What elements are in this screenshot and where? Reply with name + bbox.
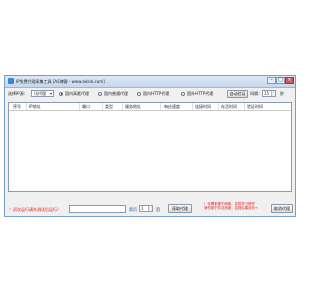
disclaimer-line-2: 请勿用于非法用途，否则后果自负→ [204, 206, 258, 211]
auto-validate-button[interactable]: 自动验证 [227, 90, 248, 98]
col-alive-time[interactable]: 存活时间 [221, 104, 237, 109]
column-divider[interactable] [26, 103, 27, 110]
col-type[interactable]: 类型 [105, 104, 113, 109]
proxy-table[interactable]: 序号 IP地址 端口 类型 服务地址 响应速度 连接时间 存活时间 验证时间 [8, 102, 292, 192]
col-speed[interactable]: 响应速度 [164, 104, 180, 109]
col-ip[interactable]: IP地址 [29, 104, 41, 109]
column-divider[interactable] [192, 103, 193, 110]
get-proxy-button[interactable]: 获取代理 [168, 204, 192, 213]
column-divider[interactable] [79, 103, 80, 110]
cancel-proxy-button[interactable]: 取消代理 [271, 204, 293, 213]
col-index[interactable]: 序号 [13, 104, 21, 109]
window-title: IP免费代理采集工具 [AS博客 - www.aeink.com] [16, 79, 105, 84]
ip-input[interactable] [69, 205, 126, 213]
radio-foreign-http[interactable] [181, 91, 185, 96]
radio-foreign-http-label: 国外HTTP代理 [187, 91, 214, 96]
col-connect-time[interactable]: 连接时间 [195, 104, 211, 109]
app-icon [8, 78, 14, 84]
radio-cn-http[interactable] [137, 91, 141, 96]
bottom-bar: ！初次运行请先测试后运行！ 第页 1 页 获取代理 ！代理来源于网络，仅供学习研… [5, 196, 295, 216]
maximize-button[interactable]: □ [276, 77, 285, 84]
interval-value: 15 [264, 91, 270, 96]
source-select-value: 讯代理 [34, 91, 46, 96]
spinner-arrows-icon[interactable] [148, 206, 152, 211]
interval-spinner[interactable]: 15 [262, 90, 276, 97]
radio-cn-elite-label: 国内高匿代理 [65, 91, 89, 96]
col-server[interactable]: 服务地址 [125, 104, 141, 109]
source-label: 选择IP源： [8, 91, 28, 96]
page-unit: 页 [156, 207, 160, 212]
minimize-button[interactable]: – [267, 77, 276, 84]
col-verify-time[interactable]: 验证时间 [247, 104, 263, 109]
spinner-arrows-icon[interactable] [271, 91, 275, 96]
table-header: 序号 IP地址 端口 类型 服务地址 响应速度 连接时间 存活时间 验证时间 [9, 103, 291, 111]
radio-cn-http-label: 国内HTTP代理 [143, 91, 170, 96]
title-bar[interactable]: IP免费代理采集工具 [AS博客 - www.aeink.com] – □ × [5, 76, 295, 88]
column-divider[interactable] [244, 103, 245, 110]
page-label: 第页 [129, 207, 137, 212]
source-select[interactable]: 讯代理 ▾ [31, 90, 54, 97]
interval-unit: 秒 [280, 91, 284, 96]
disclaimer-note: ！代理来源于网络，仅供学习研究 请勿用于非法用途，否则后果自负→ [204, 202, 270, 210]
interval-label: 间隔： [250, 91, 262, 96]
close-button[interactable]: × [285, 77, 294, 84]
hint-text: ！初次运行请先测试后运行！ [9, 207, 61, 212]
column-divider[interactable] [160, 103, 161, 110]
page-value: 1 [141, 206, 144, 211]
col-port[interactable]: 端口 [82, 104, 90, 109]
app-window: IP免费代理采集工具 [AS博客 - www.aeink.com] – □ × … [4, 75, 296, 217]
toolbar: 选择IP源： 讯代理 ▾ 国内高匿代理 国内普通代理 国内HTTP代理 国外HT… [5, 89, 295, 100]
radio-cn-normal-label: 国内普通代理 [104, 91, 128, 96]
chevron-down-icon: ▾ [49, 91, 52, 96]
column-divider[interactable] [102, 103, 103, 110]
column-divider[interactable] [218, 103, 219, 110]
column-divider[interactable] [122, 103, 123, 110]
radio-cn-normal[interactable] [98, 91, 102, 96]
page-spinner[interactable]: 1 [139, 205, 153, 212]
radio-cn-elite[interactable] [59, 91, 63, 96]
